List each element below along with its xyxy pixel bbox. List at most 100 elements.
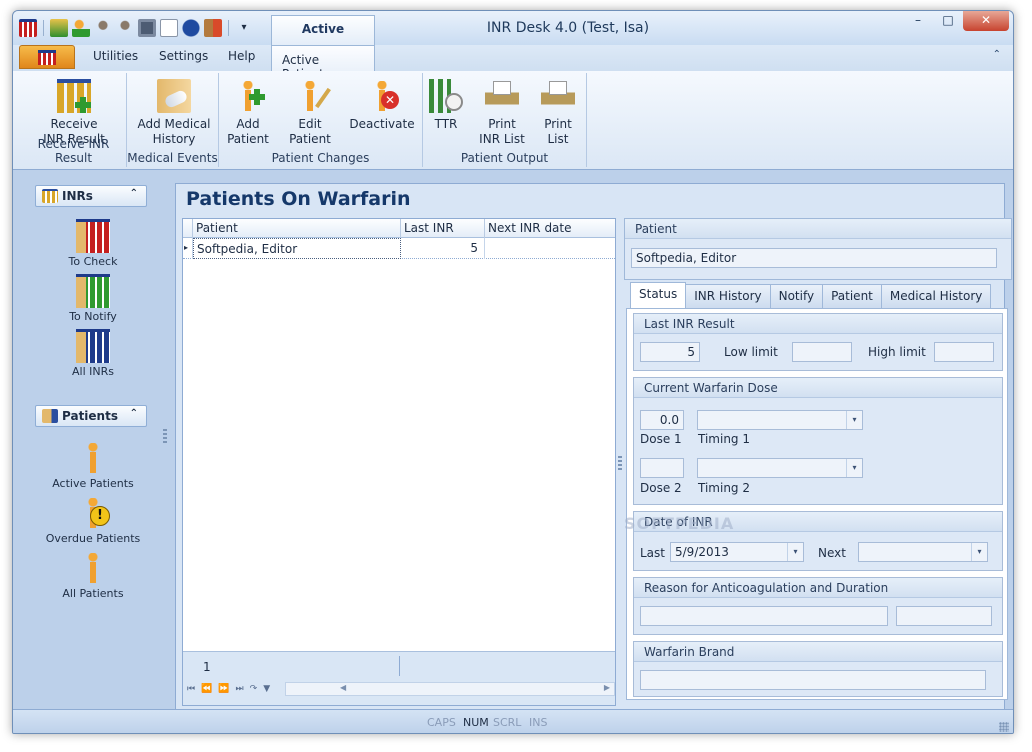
nav-item-label: Active Patients bbox=[52, 477, 134, 490]
next-page-icon[interactable]: ⏩ bbox=[218, 684, 229, 694]
dropdown-arrow-icon[interactable]: ▾ bbox=[846, 411, 862, 429]
minimize-ribbon-icon[interactable]: ⌃ bbox=[993, 49, 1001, 60]
application-menu-button[interactable] bbox=[19, 45, 75, 69]
last-date-label: Last bbox=[640, 546, 665, 560]
dropdown-arrow-icon[interactable]: ▾ bbox=[971, 543, 987, 561]
dose-2-field[interactable] bbox=[640, 458, 684, 478]
print-inr-list-button[interactable]: Print INR List bbox=[475, 79, 529, 147]
close-button[interactable]: ✕ bbox=[963, 11, 1009, 31]
nav-header-inrs[interactable]: INRs ⌃ bbox=[35, 185, 147, 207]
current-row-icon: ▸ bbox=[183, 238, 193, 259]
splitter-handle[interactable] bbox=[163, 429, 167, 443]
cell-patient[interactable]: Softpedia, Editor bbox=[193, 238, 401, 259]
warfarin-brand-field[interactable] bbox=[640, 670, 986, 690]
minimize-button[interactable]: – bbox=[903, 11, 933, 31]
tab-notify[interactable]: Notify bbox=[769, 284, 824, 308]
maximize-button[interactable]: □ bbox=[933, 11, 963, 31]
column-header-last-inr[interactable]: Last INR bbox=[401, 219, 485, 238]
dropdown-arrow-icon[interactable]: ▾ bbox=[846, 459, 862, 477]
section-header: Last INR Result bbox=[634, 314, 1002, 334]
edit-patient-icon bbox=[293, 79, 331, 113]
cell-last-inr[interactable]: 5 bbox=[401, 238, 485, 259]
patient-name-field[interactable]: Softpedia, Editor bbox=[631, 248, 997, 268]
last-date-value: 5/9/2013 bbox=[675, 545, 729, 559]
nav-item-label: All INRs bbox=[72, 365, 114, 378]
timing-1-label: Timing 1 bbox=[698, 432, 750, 446]
table-row[interactable]: ▸ Softpedia, Editor 5 bbox=[183, 238, 615, 259]
timing-1-select[interactable]: ▾ bbox=[697, 410, 863, 430]
title-bar: ▾ Active Patients INR Desk 4.0 (Test, Is… bbox=[13, 11, 1013, 62]
status-tab-content: Last INR Result 5 Low limit High limit C… bbox=[624, 308, 1008, 700]
splitter-handle[interactable] bbox=[618, 456, 622, 470]
horizontal-scrollbar[interactable]: ◀ ▶ bbox=[285, 682, 615, 696]
dose-1-label: Dose 1 bbox=[640, 432, 682, 446]
nav-item-active-patients[interactable]: Active Patients bbox=[33, 441, 153, 490]
first-record-icon[interactable]: ⏮ bbox=[187, 684, 195, 694]
duration-field[interactable] bbox=[896, 606, 992, 626]
add-patient-button[interactable]: Add Patient bbox=[223, 79, 273, 147]
inr-tubes-icon bbox=[42, 189, 58, 203]
navigation-pane: INRs ⌃ To Check To Notify All INRs Patie… bbox=[33, 185, 167, 699]
test-tubes-plus-icon bbox=[57, 79, 91, 113]
footer-divider bbox=[399, 656, 400, 676]
caps-indicator: CAPS bbox=[427, 716, 456, 729]
tab-patient[interactable]: Patient bbox=[822, 284, 882, 308]
ttr-label: TTR bbox=[434, 117, 458, 131]
tab-help[interactable]: Help bbox=[228, 49, 255, 63]
deactivate-patient-icon: ✕ bbox=[365, 79, 399, 113]
scroll-right-icon[interactable]: ▶ bbox=[604, 683, 610, 692]
last-record-icon[interactable]: ⏭ bbox=[236, 684, 244, 694]
resize-grip-icon[interactable] bbox=[999, 722, 1009, 732]
tab-utilities[interactable]: Utilities bbox=[93, 49, 138, 63]
print-list-button[interactable]: Print List bbox=[535, 79, 581, 147]
dropdown-arrow-icon[interactable]: ▾ bbox=[787, 543, 803, 561]
next-date-picker[interactable]: ▾ bbox=[858, 542, 988, 562]
record-count: 1 bbox=[203, 660, 211, 674]
prev-page-icon[interactable]: ⏪ bbox=[201, 684, 212, 694]
status-bar: CAPS NUM SCRL INS bbox=[13, 709, 1013, 733]
ttr-button[interactable]: TTR bbox=[427, 79, 465, 132]
dose-1-field[interactable]: 0.0 bbox=[640, 410, 684, 430]
tab-settings[interactable]: Settings bbox=[159, 49, 208, 63]
refresh-icon[interactable]: ↷ bbox=[250, 684, 258, 694]
high-limit-field[interactable] bbox=[934, 342, 994, 362]
print-inr-list-label: Print INR List bbox=[479, 117, 525, 146]
nav-item-label: All Patients bbox=[62, 587, 124, 600]
num-indicator: NUM bbox=[463, 716, 489, 729]
green-tubes-icon bbox=[76, 274, 110, 308]
tab-status[interactable]: Status bbox=[630, 282, 687, 308]
deactivate-button[interactable]: ✕ Deactivate bbox=[349, 79, 415, 132]
page-title: Patients On Warfarin bbox=[186, 188, 411, 210]
nav-item-all-patients[interactable]: All Patients bbox=[33, 551, 153, 600]
tab-active-patients[interactable]: Active Patients bbox=[271, 45, 375, 81]
chevron-up-icon[interactable]: ⌃ bbox=[130, 188, 138, 199]
group-patient-changes: Add Patient Edit Patient ✕ Deactivate Pa… bbox=[219, 73, 423, 167]
nav-item-overdue-patients[interactable]: ! Overdue Patients bbox=[33, 496, 153, 545]
low-limit-field[interactable] bbox=[792, 342, 852, 362]
edit-patient-button[interactable]: Edit Patient bbox=[285, 79, 335, 147]
print-list-label: Print List bbox=[544, 117, 572, 146]
chevron-up-icon[interactable]: ⌃ bbox=[130, 408, 138, 419]
last-date-picker[interactable]: 5/9/2013 ▾ bbox=[670, 542, 804, 562]
scroll-left-icon[interactable]: ◀ bbox=[340, 683, 346, 692]
last-inr-value[interactable]: 5 bbox=[640, 342, 700, 362]
detail-tabs: Status INR History Notify Patient Medica… bbox=[630, 282, 992, 308]
column-header-patient[interactable]: Patient bbox=[193, 219, 401, 238]
row-indicator-header bbox=[183, 219, 193, 238]
add-medical-history-button[interactable]: Add Medical History bbox=[131, 79, 217, 147]
section-header: Warfarin Brand bbox=[634, 642, 1002, 662]
nav-item-to-notify[interactable]: To Notify bbox=[33, 274, 153, 323]
nav-item-to-check[interactable]: To Check bbox=[33, 219, 153, 268]
timing-2-select[interactable]: ▾ bbox=[697, 458, 863, 478]
cell-next-inr-date[interactable] bbox=[485, 238, 615, 259]
patient-detail-panel: Patient Softpedia, Editor Status INR His… bbox=[624, 218, 1012, 706]
reason-field[interactable] bbox=[640, 606, 888, 626]
column-header-next-inr-date[interactable]: Next INR date bbox=[485, 219, 615, 238]
edit-patient-label: Edit Patient bbox=[289, 117, 331, 146]
nav-header-patients[interactable]: Patients ⌃ bbox=[35, 405, 147, 427]
tab-medical-history[interactable]: Medical History bbox=[880, 284, 992, 308]
filter-icon[interactable]: ▼ bbox=[263, 684, 270, 694]
high-limit-label: High limit bbox=[868, 345, 926, 359]
nav-item-all-inrs[interactable]: All INRs bbox=[33, 329, 153, 378]
tab-inr-history[interactable]: INR History bbox=[685, 284, 771, 308]
